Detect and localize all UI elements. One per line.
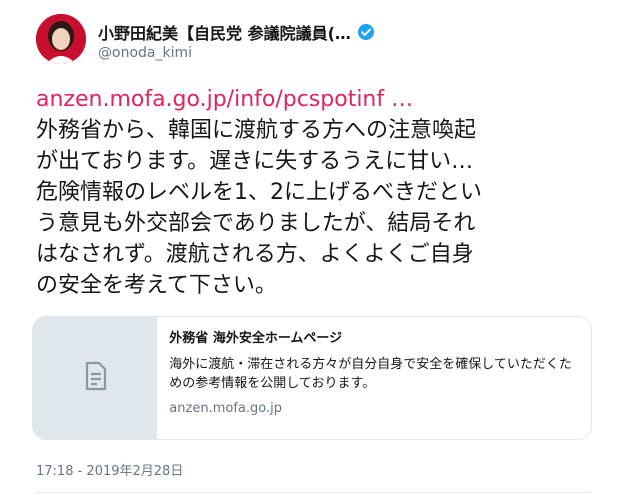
link-preview-card[interactable]: 外務省 海外安全ホームページ 海外に渡航・滞在される方々が自分自身で安全を確保し…	[32, 316, 592, 440]
tweet-line: 外務省から、韓国に渡航する方への注意喚起	[36, 118, 477, 143]
tweet-text: anzen.mofa.go.jp/info/pcspotinf … 外務省から、…	[36, 84, 596, 301]
tweet-line: はなされず。渡航される方、よくよくご自身	[36, 242, 474, 267]
avatar[interactable]	[36, 14, 86, 64]
user-handle[interactable]: @onoda_kimi	[98, 45, 192, 61]
card-media	[33, 317, 158, 439]
card-domain: anzen.mofa.go.jp	[169, 401, 282, 416]
document-icon	[79, 360, 111, 396]
card-body: 外務省 海外安全ホームページ 海外に渡航・滞在される方々が自分自身で安全を確保し…	[157, 317, 591, 439]
tweet-link[interactable]: anzen.mofa.go.jp/info/pcspotinf …	[36, 84, 596, 115]
display-name[interactable]: 小野田紀美【自民党 参議院議員(…	[98, 20, 351, 44]
card-title: 外務省 海外安全ホームページ	[169, 331, 343, 346]
verified-badge-icon	[357, 23, 375, 41]
tweet-line: が出ております。遅きに失するうえに甘い…	[36, 149, 474, 174]
tweet-line: う意見も外交部会でありましたが、結局それ	[36, 211, 476, 236]
tweet-line: の安全を考えて下さい。	[36, 273, 277, 298]
card-description: 海外に渡航・滞在される方々が自分自身で安全を確保していただくための参考情報を公開…	[169, 357, 572, 391]
divider	[36, 492, 591, 493]
tweet-line: 危険情報のレベルを1、2に上げるべきだとい	[36, 180, 482, 205]
user-name-row[interactable]: 小野田紀美【自民党 参議院議員(…	[98, 20, 375, 44]
tweet-timestamp[interactable]: 17:18 - 2019年2月28日	[36, 460, 183, 479]
